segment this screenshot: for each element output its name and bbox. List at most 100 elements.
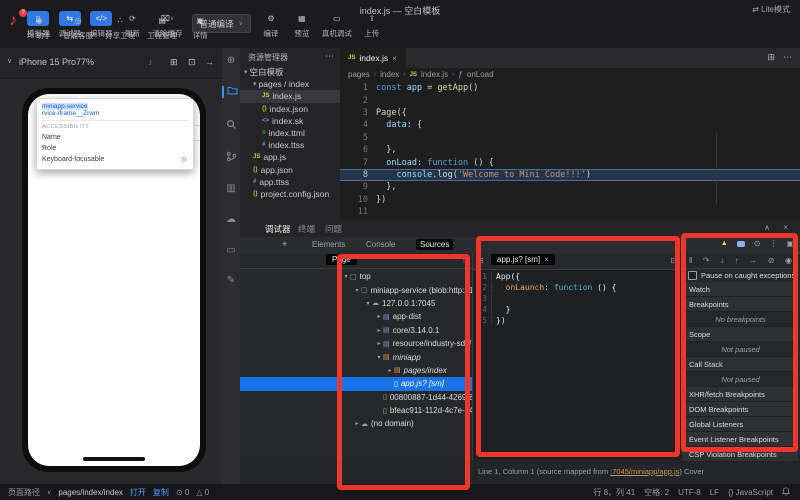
section-csp-violation-breakpoints[interactable]: CSP Violation Breakpoints — [683, 447, 798, 462]
nav-item-pagesindex[interactable]: ▸▤pages/index — [240, 364, 472, 377]
logo-mini-icon[interactable]: ♪ — [148, 57, 153, 67]
section-breakpoints[interactable]: Breakpoints — [683, 297, 798, 312]
compile-target-icon[interactable]: ⊕ — [222, 55, 240, 66]
nav-item-top[interactable]: ▾▢top — [240, 270, 472, 283]
explorer-item-app.ttss[interactable]: #app.ttss — [240, 176, 340, 188]
section-dom-breakpoints[interactable]: DOM Breakpoints — [683, 402, 798, 417]
pause-on-exceptions-icon[interactable]: ◉ — [785, 256, 792, 265]
section-xhr-fetch-breakpoints[interactable]: XHR/fetch Breakpoints — [683, 387, 798, 402]
smart-service-button[interactable]: ◎智能客服 — [63, 13, 93, 41]
device-name[interactable]: iPhone 15 Pro — [19, 57, 76, 67]
error-count[interactable]: ⊙ 0 — [176, 488, 189, 497]
screenshot-icon[interactable]: ⊡ — [188, 57, 196, 68]
warnings-icon[interactable]: ▲ — [721, 240, 728, 247]
files-icon[interactable] — [222, 86, 240, 98]
breadcrumb[interactable]: pages› index› JS index.js› ƒ onLoad — [348, 68, 494, 81]
indent-setting[interactable]: 空格: 2 — [644, 487, 669, 498]
inspected-node-link2[interactable]: rvice-iframe__Zrwm — [42, 110, 188, 117]
explorer-item-app.json[interactable]: {}app.json — [240, 164, 340, 176]
encoding[interactable]: UTF-8 — [678, 488, 701, 497]
explorer-item-index.ttss[interactable]: #index.ttss — [240, 139, 340, 151]
tab-console[interactable]: Console — [362, 239, 399, 250]
explorer-item-[interactable]: ▾空白模板 — [240, 66, 340, 78]
tab-elements[interactable]: Elements — [308, 239, 349, 250]
warning-count[interactable]: △ 0 — [196, 488, 209, 497]
explorer-item-pagesindex[interactable]: ▾pages / index — [240, 78, 340, 90]
nav-item-app.jssm[interactable]: ▯app.js? [sm] — [240, 377, 472, 390]
tab-problems[interactable]: 问题 — [325, 223, 342, 235]
section-global-listeners[interactable]: Global Listeners — [683, 417, 798, 432]
nav-item-miniapp[interactable]: ▾▤miniapp — [240, 350, 472, 363]
terminal-icon[interactable]: ▭ — [222, 245, 240, 256]
nav-item-bfeac911112d4c7e9410[interactable]: ▯bfeac911-112d-4c7e-9410 — [240, 404, 472, 417]
nav-item-008008871d444269813[interactable]: ▯00800887-1d44-4269-813 — [240, 391, 472, 404]
nav-item-core3.14.0.1[interactable]: ▸▤core/3.14.0.1 — [240, 324, 472, 337]
section-event-listener-breakpoints[interactable]: Event Listener Breakpoints — [683, 432, 798, 447]
explorer-item-index.sk[interactable]: <>index.sk — [240, 115, 340, 127]
explorer-item-project.config.json[interactable]: {}project.config.json — [240, 188, 340, 200]
step-into-icon[interactable]: ↓ — [720, 256, 724, 265]
step-over-icon[interactable]: ↷ — [703, 256, 710, 265]
cursor-position[interactable]: 行 8，列 41 — [593, 487, 635, 498]
zoom-level[interactable]: 77% — [76, 57, 94, 67]
editor-options-icon[interactable]: ⊡ — [670, 256, 677, 265]
language-mode[interactable]: {} JavaScript — [728, 488, 773, 497]
power-icon[interactable]: ⊙ — [754, 239, 761, 248]
details-button[interactable]: ▣详情 — [189, 13, 211, 41]
collapse-panel-icon[interactable]: ∧ — [764, 223, 770, 232]
explorer-item-app.js[interactable]: JSapp.js — [240, 151, 340, 163]
project-manage-button[interactable]: ▤工程管理 — [147, 13, 177, 41]
phone-screen[interactable]: 17:06 mini — [28, 94, 200, 466]
search-icon[interactable] — [222, 119, 240, 133]
path-dropdown-icon[interactable]: ∨ — [47, 489, 51, 496]
editor-more-icon[interactable]: ⋯ — [783, 52, 792, 63]
tab-sources[interactable]: Sources — [416, 239, 453, 250]
bell-icon[interactable] — [782, 487, 790, 498]
messages-icon[interactable] — [737, 241, 745, 247]
source-map-link[interactable]: :7045/miniapp/app.js — [610, 467, 679, 476]
detach-icon[interactable]: → — [205, 57, 214, 67]
section-call-stack[interactable]: Call Stack — [683, 357, 798, 372]
kebab-menu-icon[interactable]: ⋮ — [769, 239, 777, 248]
tab-index-js[interactable]: JS index.js × — [340, 48, 406, 68]
scan-icon[interactable]: ⊞ — [170, 57, 178, 68]
cloud-icon[interactable]: ☁ — [222, 214, 240, 225]
checkbox[interactable] — [688, 271, 697, 280]
inspected-node-link[interactable]: miniapp-service — [42, 103, 188, 110]
collapse-navigator-icon[interactable]: ⊟ — [477, 256, 484, 265]
close-icon[interactable]: × — [199, 129, 200, 138]
nav-item-miniappserviceblobhttp12[interactable]: ▾▢miniapp-service (blob:http://12 — [240, 283, 472, 296]
plugin-pen-icon[interactable]: ✎ — [222, 275, 240, 286]
tab-app-js[interactable]: app.js? [sm] × — [491, 254, 555, 265]
copy-link[interactable]: 复制 — [153, 487, 169, 498]
package-icon[interactable]: ▥ — [222, 183, 240, 194]
gear-icon[interactable]: ⚙ — [181, 155, 187, 166]
deactivate-breakpoints-icon[interactable]: ⊘ — [768, 256, 775, 265]
dock-panel-icon[interactable]: ▣ — [786, 239, 794, 248]
nav-item-resourceindustrysdk1.5[interactable]: ▸▤resource/industry-sdk/1.5 — [240, 337, 472, 350]
source-code-area[interactable]: 1App({2 onLaunch: function () {34 }5}) — [473, 271, 681, 326]
explorer-more-icon[interactable]: ⋯ — [325, 51, 334, 62]
nav-item-127.0.0.17045[interactable]: ▾☁127.0.0.1:7045 — [240, 297, 472, 310]
ai-assistant-button[interactable]: ◉AI 助手 — [27, 13, 51, 41]
tab-debugger[interactable]: 调试器 — [265, 223, 291, 235]
section-scope[interactable]: Scope — [683, 327, 798, 342]
eol[interactable]: LF — [710, 488, 719, 497]
nav-item-appdist[interactable]: ▸▤app-dist — [240, 310, 472, 323]
close-panel-icon[interactable]: × — [783, 223, 788, 232]
explorer-item-index.json[interactable]: {}index.json — [240, 103, 340, 115]
navigator-tab-page[interactable]: Page — [326, 254, 357, 265]
split-editor-icon[interactable]: ⊞ — [767, 52, 775, 63]
explorer-item-index.ttml[interactable]: ≡index.ttml — [240, 127, 340, 139]
close-tab-icon[interactable]: × — [544, 255, 549, 264]
pause-caught-exceptions[interactable]: Pause on caught exceptions — [683, 268, 798, 283]
inspect-element-icon[interactable]: ⌖ — [282, 239, 287, 250]
explorer-item-index.js[interactable]: JSindex.js — [240, 90, 340, 102]
code-area[interactable]: 1const app = getApp()23Page({4 data: {56… — [340, 82, 800, 220]
navigator-more-icon[interactable]: ⋮ — [460, 255, 468, 264]
open-link[interactable]: 打开 — [130, 487, 146, 498]
tab-terminal[interactable]: 终端 — [298, 223, 315, 235]
section-watch[interactable]: Watch — [683, 282, 798, 297]
step-icon[interactable]: → — [749, 256, 757, 265]
nav-item-nodomain[interactable]: ▸☁(no domain) — [240, 417, 472, 430]
